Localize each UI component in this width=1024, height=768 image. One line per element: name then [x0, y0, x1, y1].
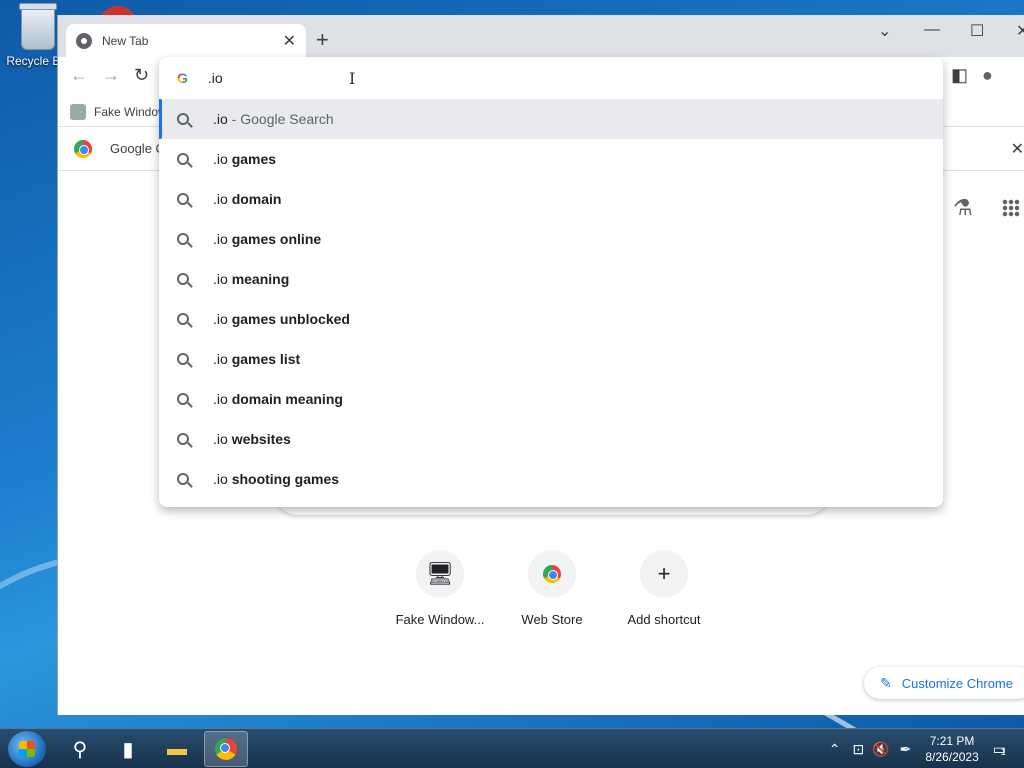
notification-count: 1	[1000, 746, 1006, 757]
suggestion-prefix: .io	[213, 471, 232, 487]
tab-close-icon[interactable]: ✕	[283, 31, 296, 51]
new-tab-button[interactable]: +	[316, 27, 329, 53]
suggestion-prefix: .io	[213, 311, 232, 327]
pen-icon[interactable]: ✒	[900, 741, 912, 758]
clock[interactable]: 7:21 PM 8/26/2023	[925, 733, 978, 765]
suggestion-description: - Google Search	[227, 111, 334, 127]
apps-grid-icon[interactable]	[1002, 199, 1020, 217]
suggestion-completion: games unblocked	[231, 311, 350, 327]
search-icon	[177, 273, 189, 285]
search-icon	[177, 153, 189, 165]
back-button[interactable]: ←	[70, 65, 88, 86]
suggestion-completion: games online	[231, 231, 322, 247]
minimize-button[interactable]: —	[924, 21, 940, 39]
chrome-logo-icon	[74, 139, 92, 158]
suggestion-item[interactable]: .io games unblocked	[159, 299, 943, 339]
suggestion-completion: meaning	[231, 271, 290, 287]
tab-search-icon[interactable]: ⌄	[878, 21, 891, 41]
fake-windows-icon	[70, 103, 86, 120]
profile-avatar[interactable]: ●	[982, 65, 993, 86]
search-icon	[177, 313, 189, 325]
suggestion-item[interactable]: .io domain	[159, 179, 943, 219]
suggestion-completion: games list	[231, 351, 301, 367]
network-icon[interactable]: ⊡	[852, 741, 864, 758]
suggestion-completion: games	[231, 151, 277, 167]
suggestion-prefix: .io	[213, 431, 232, 447]
customize-label: Customize Chrome	[901, 675, 1013, 691]
date: 8/26/2023	[925, 750, 979, 764]
suggestion-item[interactable]: .io games	[159, 139, 943, 179]
system-tray: ⌃ ⊡ 🔇 ✒ 7:21 PM 8/26/2023 ▭ 1	[829, 729, 1024, 768]
time: 7:21 PM	[929, 734, 975, 748]
close-window-button[interactable]: ✕	[1016, 21, 1024, 41]
search-icon	[177, 113, 189, 125]
search-icon	[177, 193, 189, 205]
labs-flask-icon[interactable]: ⚗	[953, 195, 973, 221]
taskbar: ⚲ ▮ ▬ ⌃ ⊡ 🔇 ✒ 7:21 PM 8/26/2023 ▭ 1	[0, 728, 1024, 768]
plus-icon: +	[640, 550, 688, 598]
suggestion-completion: websites	[231, 431, 291, 447]
suggestion-prefix: .io	[213, 151, 232, 167]
suggestion-item[interactable]: .io - Google Search	[159, 99, 943, 139]
suggestion-prefix: .io	[213, 351, 232, 367]
suggestion-item[interactable]: .io games online	[159, 219, 943, 259]
maximize-button[interactable]: ☐	[970, 21, 984, 41]
google-g-icon: G	[177, 70, 188, 86]
search-icon[interactable]: ⚲	[58, 731, 102, 767]
title-bar: New Tab ✕ + ⌄ — ☐ ✕	[58, 15, 1024, 57]
notification-icon[interactable]: ▭ 1	[993, 741, 1006, 758]
suggestion-item[interactable]: .io games list	[159, 339, 943, 379]
suggestion-prefix: .io	[213, 231, 232, 247]
customize-chrome-button[interactable]: ✎ Customize Chrome	[864, 667, 1024, 699]
shortcut-web-store[interactable]: Web Store	[496, 550, 608, 627]
info-bar-close-icon[interactable]: ✕	[1011, 139, 1024, 159]
menu-icon[interactable]: ⋮	[1016, 65, 1024, 86]
tab-title: New Tab	[102, 33, 149, 48]
side-panel-icon[interactable]: ◧	[951, 65, 968, 86]
suggestion-completion: shooting games	[231, 471, 340, 487]
search-icon	[177, 233, 189, 245]
pencil-icon: ✎	[880, 674, 892, 691]
file-explorer-icon[interactable]: ▬	[155, 731, 199, 767]
chevron-up-icon[interactable]: ⌃	[829, 741, 841, 758]
suggestion-prefix: .io	[213, 191, 232, 207]
task-view-icon[interactable]: ▮	[106, 731, 150, 767]
search-icon	[177, 433, 189, 445]
suggestion-item[interactable]: .io meaning	[159, 259, 943, 299]
shortcut-label: Fake Window...	[395, 612, 485, 627]
omnibox-dropdown: G .io I .io - Google Search .io games .io …	[159, 57, 943, 507]
shortcut-fake-windows[interactable]: 🖥 Fake Window...	[384, 550, 496, 627]
search-icon	[177, 393, 189, 405]
recycle-bin-icon	[19, 3, 57, 50]
chrome-icon	[215, 738, 237, 760]
shortcut-label: Add shortcut	[627, 612, 701, 627]
suggestion-item[interactable]: .io shooting games	[159, 459, 943, 499]
suggestion-item[interactable]: .io websites	[159, 419, 943, 459]
search-icon	[177, 473, 189, 485]
shortcut-add[interactable]: + Add shortcut	[608, 550, 720, 627]
chrome-favicon-icon	[76, 32, 92, 49]
omnibox-query: .io	[207, 70, 223, 86]
text-cursor-icon: I	[349, 69, 356, 88]
reload-button[interactable]: ↻	[134, 65, 149, 86]
suggestion-list: .io - Google Search .io games .io domain .i…	[159, 99, 943, 499]
suggestion-prefix: .io	[213, 391, 232, 407]
omnibox-input[interactable]: G .io I	[159, 57, 943, 99]
chrome-taskbar-button[interactable]	[204, 731, 248, 767]
start-button[interactable]	[8, 731, 46, 767]
fake-windows-icon: 🖥	[416, 550, 464, 598]
shortcut-label: Web Store	[521, 612, 583, 627]
suggestion-prefix: .io	[213, 271, 232, 287]
search-icon	[177, 353, 189, 365]
volume-muted-icon[interactable]: 🔇	[872, 741, 889, 758]
suggestion-completion: domain	[231, 191, 282, 207]
suggestion-item[interactable]: .io domain meaning	[159, 379, 943, 419]
suggestion-completion: domain meaning	[231, 391, 343, 407]
tab-new-tab[interactable]: New Tab ✕	[66, 24, 306, 57]
suggestion-prefix: .io	[213, 111, 228, 127]
forward-button[interactable]: →	[102, 65, 120, 86]
web-store-icon	[528, 550, 576, 598]
